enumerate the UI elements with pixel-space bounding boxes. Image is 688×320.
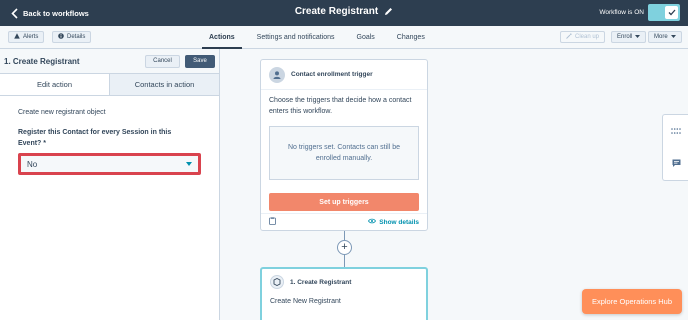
check-icon xyxy=(665,6,678,19)
details-label: Details xyxy=(67,34,86,40)
no-triggers-box: No triggers set. Contacts can still be e… xyxy=(269,126,419,180)
grid-icon[interactable] xyxy=(670,125,682,137)
tab-actions[interactable]: Actions xyxy=(198,26,246,49)
panel-body: Create new registrant object Register th… xyxy=(0,96,219,188)
back-label: Back to workflows xyxy=(23,8,89,18)
trigger-card-header: Contact enrollment trigger xyxy=(261,60,427,90)
enroll-dropdown[interactable]: Enroll xyxy=(611,31,647,43)
create-registrant-action-card[interactable]: 1. Create Registrant Create New Registra… xyxy=(260,267,428,320)
alerts-button[interactable]: Alerts xyxy=(8,31,45,43)
back-to-workflows-link[interactable]: Back to workflows xyxy=(9,6,89,20)
secondary-bar: Alerts Details Actions Settings and noti… xyxy=(0,26,688,49)
workflow-tabs: Actions Settings and notifications Goals… xyxy=(198,26,436,49)
panel-title: 1. Create Registrant xyxy=(4,56,80,66)
more-dropdown[interactable]: More xyxy=(648,31,682,43)
workflow-canvas: Contact enrollment trigger Choose the tr… xyxy=(221,49,688,320)
explore-operations-hub-button[interactable]: Explore Operations Hub xyxy=(582,289,682,314)
action-editor-panel: 1. Create Registrant Cancel Save Edit ac… xyxy=(0,49,220,320)
cancel-button[interactable]: Cancel xyxy=(145,54,180,68)
tab-goals[interactable]: Goals xyxy=(346,26,386,49)
action-card-header: 1. Create Registrant xyxy=(262,269,426,295)
show-details-link[interactable]: Show details xyxy=(368,218,419,226)
alerts-label: Alerts xyxy=(23,34,39,40)
top-bar: Back to workflows Create Registrant Work… xyxy=(0,0,688,26)
trigger-card-footer: Show details xyxy=(261,213,427,230)
enrollment-trigger-card[interactable]: Contact enrollment trigger Choose the tr… xyxy=(260,59,428,231)
details-button[interactable]: Details xyxy=(52,31,92,43)
object-icon xyxy=(270,275,284,289)
register-select-value: No xyxy=(27,159,38,169)
panel-header: 1. Create Registrant Cancel Save xyxy=(0,49,219,74)
chevron-left-icon xyxy=(9,6,19,20)
object-description: Create new registrant object xyxy=(18,109,106,116)
info-icon xyxy=(58,33,64,41)
trigger-card-description: Choose the triggers that decide how a co… xyxy=(269,97,412,115)
tab-contacts-in-action[interactable]: Contacts in action xyxy=(109,74,219,95)
caret-down-icon xyxy=(670,34,676,40)
wand-icon xyxy=(566,33,572,41)
clipboard-icon[interactable] xyxy=(269,217,276,227)
save-button[interactable]: Save xyxy=(185,54,215,68)
workflow-toggle[interactable] xyxy=(648,4,680,21)
caret-down-icon xyxy=(635,34,641,40)
caret-down-icon xyxy=(186,162,192,166)
tab-edit-action[interactable]: Edit action xyxy=(0,74,109,95)
clean-up-button[interactable]: Clean up xyxy=(560,31,606,43)
set-up-triggers-button[interactable]: Set up triggers xyxy=(269,193,419,211)
register-select[interactable]: No xyxy=(18,153,201,175)
add-action-button[interactable]: + xyxy=(337,240,352,255)
eye-icon xyxy=(368,218,377,226)
action-card-title: 1. Create Registrant xyxy=(290,278,352,286)
workflow-title: Create Registrant xyxy=(294,6,379,17)
show-details-label: Show details xyxy=(379,218,419,226)
enroll-label: Enroll xyxy=(617,34,633,40)
warning-icon xyxy=(14,33,20,41)
action-card-description: Create New Registrant xyxy=(270,298,341,305)
workflow-status-label: Workflow is ON xyxy=(599,9,644,16)
comment-icon[interactable] xyxy=(670,157,682,169)
trigger-card-title: Contact enrollment trigger xyxy=(291,71,373,78)
register-field-label: Register this Contact for every Session … xyxy=(18,129,172,147)
contact-icon xyxy=(269,66,285,83)
pencil-icon[interactable] xyxy=(384,7,393,16)
panel-tabs: Edit action Contacts in action xyxy=(0,74,219,96)
clean-up-label: Clean up xyxy=(575,34,600,40)
more-label: More xyxy=(654,34,668,40)
tab-changes[interactable]: Changes xyxy=(386,26,436,49)
right-rail xyxy=(662,114,688,181)
tab-settings[interactable]: Settings and notifications xyxy=(246,26,346,49)
